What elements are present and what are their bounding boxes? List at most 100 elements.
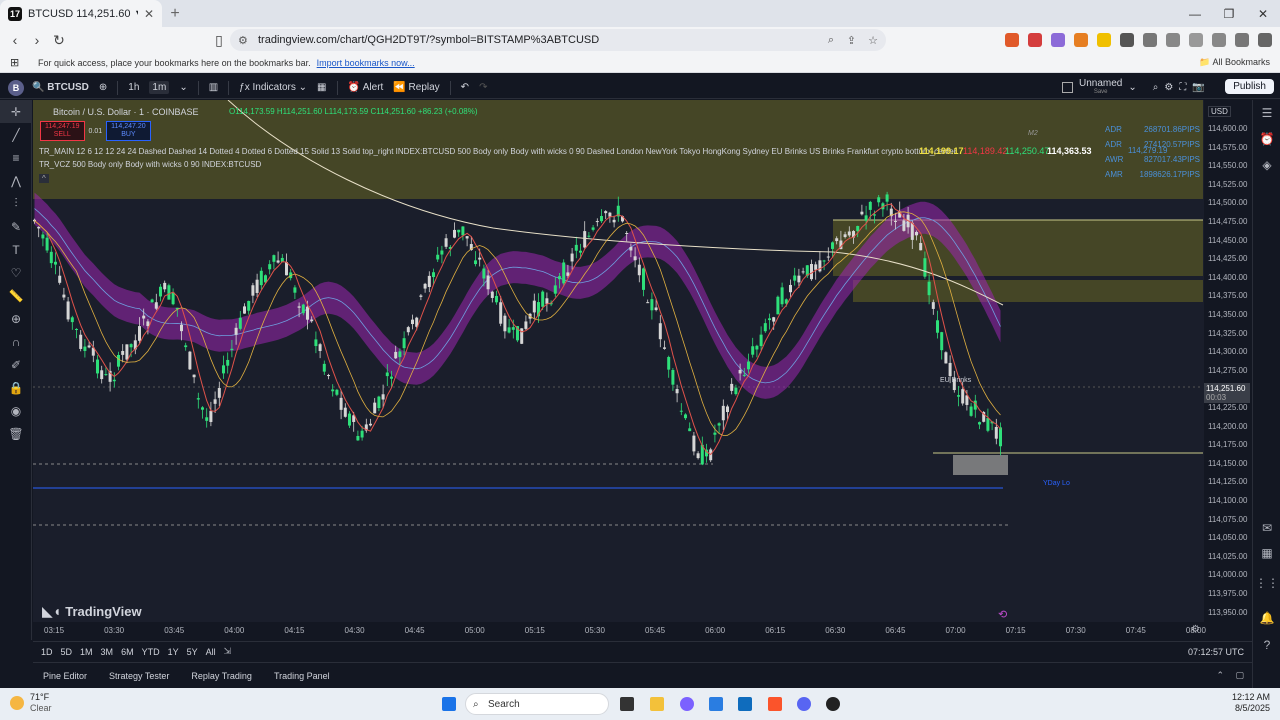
trash-icon[interactable]: 🗑 <box>0 422 32 445</box>
calendar-icon[interactable]: ▦ <box>1253 540 1280 566</box>
brave-rewards-icon[interactable] <box>1028 33 1042 47</box>
layout-icon[interactable] <box>1062 82 1073 93</box>
lock-icon[interactable]: 🔒 <box>0 376 32 399</box>
sidebar-icon[interactable] <box>1189 33 1203 47</box>
browser-tab[interactable]: 17 BTCUSD 114,251.60 ▼ −0.7% U... ✕ <box>0 0 162 27</box>
currency-select[interactable]: USD <box>1208 106 1231 117</box>
new-tab-button[interactable]: + <box>162 0 188 27</box>
goto-date-icon[interactable]: ⇲ <box>224 646 232 657</box>
projection-icon[interactable]: ⫶ <box>0 192 32 215</box>
range-button[interactable]: 5Y <box>187 647 198 657</box>
layout-dropdown-icon[interactable]: ⌄ <box>1128 82 1136 93</box>
range-button[interactable]: 1D <box>41 647 53 657</box>
taskbar-search[interactable]: ⌕ Search <box>465 693 609 715</box>
range-button[interactable]: 1Y <box>168 647 179 657</box>
range-button[interactable]: YTD <box>142 647 160 657</box>
user-avatar[interactable]: B <box>8 79 24 96</box>
collapse-legend-icon[interactable]: ^ <box>39 174 49 183</box>
chat-icon[interactable]: ✉ <box>1253 515 1280 541</box>
fib-icon[interactable]: ≡ <box>0 146 32 169</box>
range-button[interactable]: 6M <box>121 647 134 657</box>
quick-search-icon[interactable]: ⌕ <box>1153 82 1159 93</box>
menu-icon[interactable] <box>1258 33 1272 47</box>
crosshair-icon[interactable]: ✛ <box>0 100 32 123</box>
compare-symbol-icon[interactable]: ⊕ <box>99 82 107 93</box>
publish-button[interactable]: Publish <box>1225 79 1274 94</box>
sell-button[interactable]: 114,247.19 SELL <box>40 121 85 141</box>
close-tab-icon[interactable]: ✕ <box>144 7 154 21</box>
panel-tab[interactable]: Replay Trading <box>191 671 252 681</box>
reload-icon[interactable]: ↻ <box>48 32 70 49</box>
range-button[interactable]: All <box>206 647 216 657</box>
notifications-icon[interactable]: 🔔 <box>1253 605 1280 631</box>
indicator-2-title[interactable]: TR_VCZ 500 Body only Body with wicks 0 9… <box>39 160 261 169</box>
screenshot-icon[interactable]: 📷 <box>1192 82 1204 93</box>
site-info-icon[interactable]: ⚙ <box>238 34 248 47</box>
star-icon[interactable]: ☆ <box>868 34 878 47</box>
apps-grid-icon[interactable]: ⋮⋮ <box>1253 570 1280 596</box>
ruler-icon[interactable]: 📏 <box>0 284 32 307</box>
interval-1m-button[interactable]: 1m <box>149 81 170 94</box>
templates-icon[interactable]: ▦ <box>317 82 326 93</box>
extension-icon[interactable] <box>1120 33 1134 47</box>
indicator-1-title[interactable]: TR_MAIN 12 6 12 12 24 24 Dashed Dashed 1… <box>39 147 956 156</box>
forward-icon[interactable]: › <box>26 32 48 48</box>
alerts-icon[interactable]: ⏰ <box>1253 126 1280 152</box>
metamask-icon[interactable] <box>1074 33 1088 47</box>
magnet-icon[interactable]: ∩ <box>0 330 32 353</box>
extension-icon[interactable] <box>1097 33 1111 47</box>
collapse-panel-icon[interactable]: ⌃ <box>1216 670 1224 681</box>
range-button[interactable]: 1M <box>80 647 93 657</box>
help-icon[interactable]: ? <box>1253 632 1280 658</box>
maximize-panel-icon[interactable]: ▢ <box>1235 670 1244 681</box>
heart-icon[interactable]: ♡ <box>0 261 32 284</box>
indicators-button[interactable]: ƒx Indicators ⌄ <box>239 82 307 93</box>
stay-drawing-icon[interactable]: ✐ <box>0 353 32 376</box>
zoom-icon[interactable]: ⌕ <box>828 34 834 47</box>
file-explorer-icon[interactable] <box>650 697 664 711</box>
app-icon[interactable] <box>826 697 840 711</box>
panel-tab[interactable]: Trading Panel <box>274 671 330 681</box>
panel-tab[interactable]: Pine Editor <box>43 671 87 681</box>
symbol-search-button[interactable]: 🔍 BTCUSD <box>32 82 89 93</box>
brave-icon[interactable] <box>768 697 782 711</box>
task-view-icon[interactable] <box>620 697 634 711</box>
range-button[interactable]: 5D <box>61 647 73 657</box>
text-icon[interactable]: T <box>0 238 32 261</box>
layout-name-button[interactable]: Unnamed Save <box>1079 78 1122 97</box>
import-bookmarks-link[interactable]: Import bookmarks now... <box>317 58 415 68</box>
pattern-icon[interactable]: ⋀ <box>0 169 32 192</box>
outlook-icon[interactable] <box>738 697 752 711</box>
trendline-icon[interactable]: ╱ <box>0 123 32 146</box>
vpn-icon[interactable] <box>1235 33 1249 47</box>
undo-icon[interactable]: ↶ <box>461 82 469 93</box>
tradingview-logo[interactable]: ◣◖ TradingView <box>42 603 142 620</box>
extension-icon[interactable] <box>1051 33 1065 47</box>
share-icon[interactable]: ⇪ <box>847 34 856 47</box>
weather-widget[interactable]: 71°F Clear <box>10 692 52 714</box>
watchlist-icon[interactable]: ☰ <box>1253 100 1280 126</box>
symbol-title[interactable]: Bitcoin / U.S. Dollar · 1 · COINBASE <box>53 107 199 117</box>
interval-1h-button[interactable]: 1h <box>128 82 139 93</box>
settings-icon[interactable]: ⚙ <box>1164 82 1173 93</box>
start-icon[interactable] <box>442 697 456 711</box>
buy-button[interactable]: 114,247.20 BUY <box>106 121 151 141</box>
eye-icon[interactable]: ◉ <box>0 399 32 422</box>
discord-icon[interactable] <box>797 697 811 711</box>
bookmark-page-icon[interactable]: ▯ <box>208 32 230 49</box>
ideas-icon[interactable]: ◈ <box>1253 152 1280 178</box>
redo-icon[interactable]: ↷ <box>479 82 487 93</box>
time-axis[interactable]: 03:15 03:30 03:45 04:00 04:15 04:30 04:45 05:00… <box>33 622 1252 640</box>
interval-dropdown-icon[interactable]: ⌄ <box>179 82 187 93</box>
alert-button[interactable]: ⏰ Alert <box>348 82 384 93</box>
url-input[interactable]: ⚙ tradingview.com/chart/QGH2DT9T/?symbol… <box>230 29 886 51</box>
brush-icon[interactable]: ✎ <box>0 215 32 238</box>
brave-shields-icon[interactable] <box>1005 33 1019 47</box>
chart-type-icon[interactable]: ▥ <box>209 82 218 93</box>
all-bookmarks-button[interactable]: 📁 All Bookmarks <box>1199 57 1270 68</box>
range-button[interactable]: 3M <box>101 647 114 657</box>
restore-icon[interactable]: ❐ <box>1212 0 1246 27</box>
chart-canvas[interactable]: Bitcoin / U.S. Dollar · 1 · COINBASE O11… <box>33 100 1252 640</box>
wallet-icon[interactable] <box>1212 33 1226 47</box>
apps-icon[interactable]: ⊞ <box>10 56 19 69</box>
